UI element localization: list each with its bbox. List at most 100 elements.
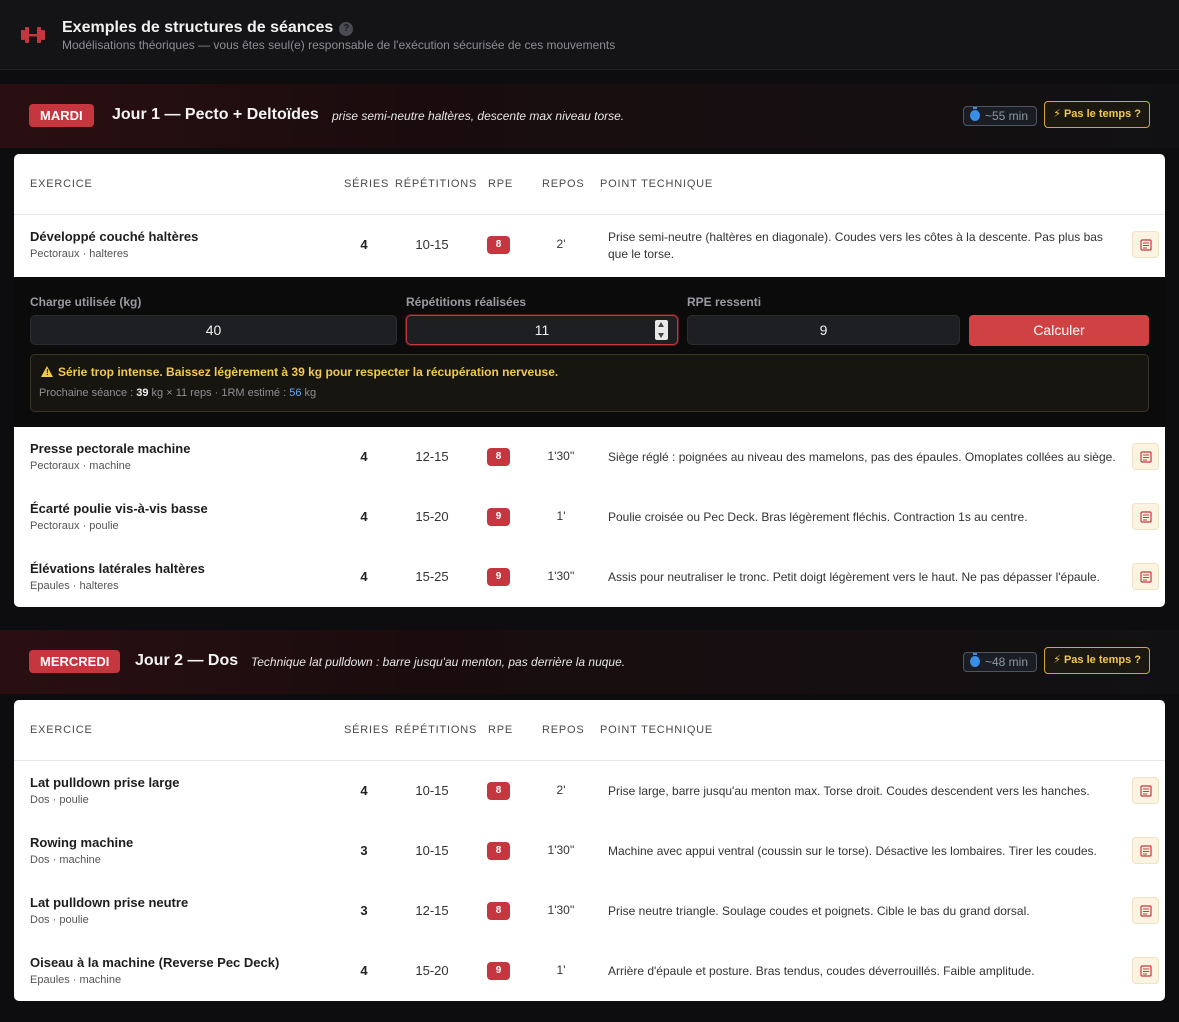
notepad-icon xyxy=(1140,239,1152,251)
reps-value: 10-15 xyxy=(415,237,449,252)
day-note: Technique lat pulldown : barre jusqu'au … xyxy=(251,655,626,669)
tech-note: Arrière d'épaule et posture. Bras tendus… xyxy=(608,964,1035,978)
rest-value: 1'30'' xyxy=(547,569,575,583)
table-row[interactable]: Élévations latérales haltères Epaules · … xyxy=(14,547,1165,607)
col-series: SÉRIES xyxy=(344,724,390,736)
notepad-button[interactable] xyxy=(1132,777,1159,804)
col-reps: RÉPÉTITIONS xyxy=(395,724,478,736)
series-value: 4 xyxy=(360,449,368,464)
notepad-button[interactable] xyxy=(1132,897,1159,924)
rpe-badge: 9 xyxy=(487,508,510,526)
duration-badge: ~55 min xyxy=(962,106,1037,126)
notepad-icon xyxy=(1140,571,1152,583)
table-row[interactable]: Lat pulldown prise neutre Dos · poulie 3… xyxy=(14,881,1165,941)
col-rpe: RPE xyxy=(488,178,514,190)
day-note: prise semi-neutre haltères, descente max… xyxy=(332,109,625,123)
rpe-badge: 8 xyxy=(487,782,510,800)
reps-input[interactable]: 11 xyxy=(406,315,678,345)
no-time-button[interactable]: ⚡ Pas le temps ? xyxy=(1044,647,1150,674)
no-time-button[interactable]: ⚡ Pas le temps ? xyxy=(1044,101,1150,128)
exercise-name: Élévations latérales haltères xyxy=(30,561,205,576)
rest-value: 2' xyxy=(556,783,566,797)
page-title: Exemples de structures de séances? xyxy=(62,19,354,37)
notepad-icon xyxy=(1140,965,1152,977)
table-row[interactable]: Lat pulldown prise large Dos · poulie 4 … xyxy=(14,761,1165,821)
col-rest: REPOS xyxy=(542,178,585,190)
reps-value: 10-15 xyxy=(415,843,449,858)
tech-note: Prise semi-neutre (haltères en diagonale… xyxy=(608,230,1103,261)
rpe-input[interactable]: 9 xyxy=(687,315,960,345)
notepad-icon xyxy=(1140,785,1152,797)
notepad-button[interactable] xyxy=(1132,443,1159,470)
col-exercise: EXERCICE xyxy=(30,178,93,190)
rpe-badge: 8 xyxy=(487,842,510,860)
series-value: 4 xyxy=(360,783,368,798)
reps-label: Répétitions réalisées xyxy=(406,295,527,309)
day1-header: MARDI Jour 1 — Pecto + Deltoïdes prise s… xyxy=(0,84,1179,148)
rpe-badge: 8 xyxy=(487,902,510,920)
number-spinner[interactable] xyxy=(655,320,668,340)
series-value: 4 xyxy=(360,509,368,524)
series-value: 3 xyxy=(360,843,368,858)
series-value: 4 xyxy=(360,963,368,978)
exercise-category: Pectoraux · machine xyxy=(30,460,131,472)
exercise-name: Lat pulldown prise neutre xyxy=(30,895,189,910)
alert-message: Série trop intense. Baissez légèrement à… xyxy=(58,365,559,379)
exercise-name: Oiseau à la machine (Reverse Pec Deck) xyxy=(30,955,280,970)
notepad-button[interactable] xyxy=(1132,957,1159,984)
load-calculator: Charge utilisée (kg) 40 Répétitions réal… xyxy=(14,277,1165,427)
series-value: 4 xyxy=(360,569,368,584)
tech-note: Poulie croisée ou Pec Deck. Bras légèrem… xyxy=(608,510,1028,524)
table-row[interactable]: Écarté poulie vis-à-vis basse Pectoraux … xyxy=(14,487,1165,547)
rest-value: 1'30'' xyxy=(547,449,575,463)
exercise-category: Epaules · machine xyxy=(30,974,122,986)
reps-value: 12-15 xyxy=(415,903,449,918)
col-exercise: EXERCICE xyxy=(30,724,93,736)
notepad-icon xyxy=(1140,511,1152,523)
dumbbell-icon xyxy=(21,27,45,43)
calculate-button[interactable]: Calculer xyxy=(969,315,1149,346)
day2-table: EXERCICE SÉRIES RÉPÉTITIONS RPE REPOS PO… xyxy=(14,700,1165,1001)
notepad-button[interactable] xyxy=(1132,563,1159,590)
col-tech: POINT TECHNIQUE xyxy=(600,178,714,190)
exercise-name: Développé couché haltères xyxy=(30,229,199,244)
rest-value: 1'30'' xyxy=(547,843,575,857)
exercise-category: Pectoraux · halteres xyxy=(30,248,129,260)
exercise-name: Écarté poulie vis-à-vis basse xyxy=(30,501,208,516)
rest-value: 1' xyxy=(556,509,566,523)
reps-value: 15-20 xyxy=(415,509,449,524)
warning-icon: ! xyxy=(41,366,53,377)
table-header: EXERCICE SÉRIES RÉPÉTITIONS RPE REPOS PO… xyxy=(14,154,1165,215)
notepad-button[interactable] xyxy=(1132,503,1159,530)
exercise-name: Presse pectorale machine xyxy=(30,441,191,456)
tech-note: Assis pour neutraliser le tronc. Petit d… xyxy=(608,570,1100,584)
table-row[interactable]: Développé couché haltères Pectoraux · ha… xyxy=(14,215,1165,275)
exercise-name: Rowing machine xyxy=(30,835,134,850)
table-header: EXERCICE SÉRIES RÉPÉTITIONS RPE REPOS PO… xyxy=(14,700,1165,761)
notepad-button[interactable] xyxy=(1132,837,1159,864)
charge-input[interactable]: 40 xyxy=(30,315,397,345)
info-icon[interactable]: ? xyxy=(339,22,354,36)
intensity-alert: ! Série trop intense. Baissez légèrement… xyxy=(30,354,1149,412)
table-row[interactable]: Oiseau à la machine (Reverse Pec Deck) E… xyxy=(14,941,1165,1001)
table-row[interactable]: Presse pectorale machine Pectoraux · mac… xyxy=(14,427,1165,487)
rpe-badge: 8 xyxy=(487,448,510,466)
tech-note: Machine avec appui ventral (coussin sur … xyxy=(608,844,1097,858)
day-badge: MARDI xyxy=(29,104,94,127)
page-subtitle: Modélisations théoriques — vous êtes seu… xyxy=(62,38,616,52)
col-rpe: RPE xyxy=(488,724,514,736)
exercise-category: Epaules · halteres xyxy=(30,580,119,592)
table-row[interactable]: Rowing machine Dos · machine 3 10-15 8 1… xyxy=(14,821,1165,881)
exercise-category: Dos · poulie xyxy=(30,914,89,926)
charge-label: Charge utilisée (kg) xyxy=(30,295,142,309)
reps-value: 15-20 xyxy=(415,963,449,978)
day-title: Jour 1 — Pecto + Deltoïdes xyxy=(112,106,319,123)
notepad-button[interactable] xyxy=(1132,231,1159,258)
notepad-icon xyxy=(1140,451,1152,463)
rpe-badge: 9 xyxy=(487,568,510,586)
notepad-icon xyxy=(1140,905,1152,917)
tech-note: Prise neutre triangle. Soulage coudes et… xyxy=(608,904,1030,918)
series-value: 3 xyxy=(360,903,368,918)
col-series: SÉRIES xyxy=(344,178,390,190)
reps-value: 15-25 xyxy=(415,569,449,584)
